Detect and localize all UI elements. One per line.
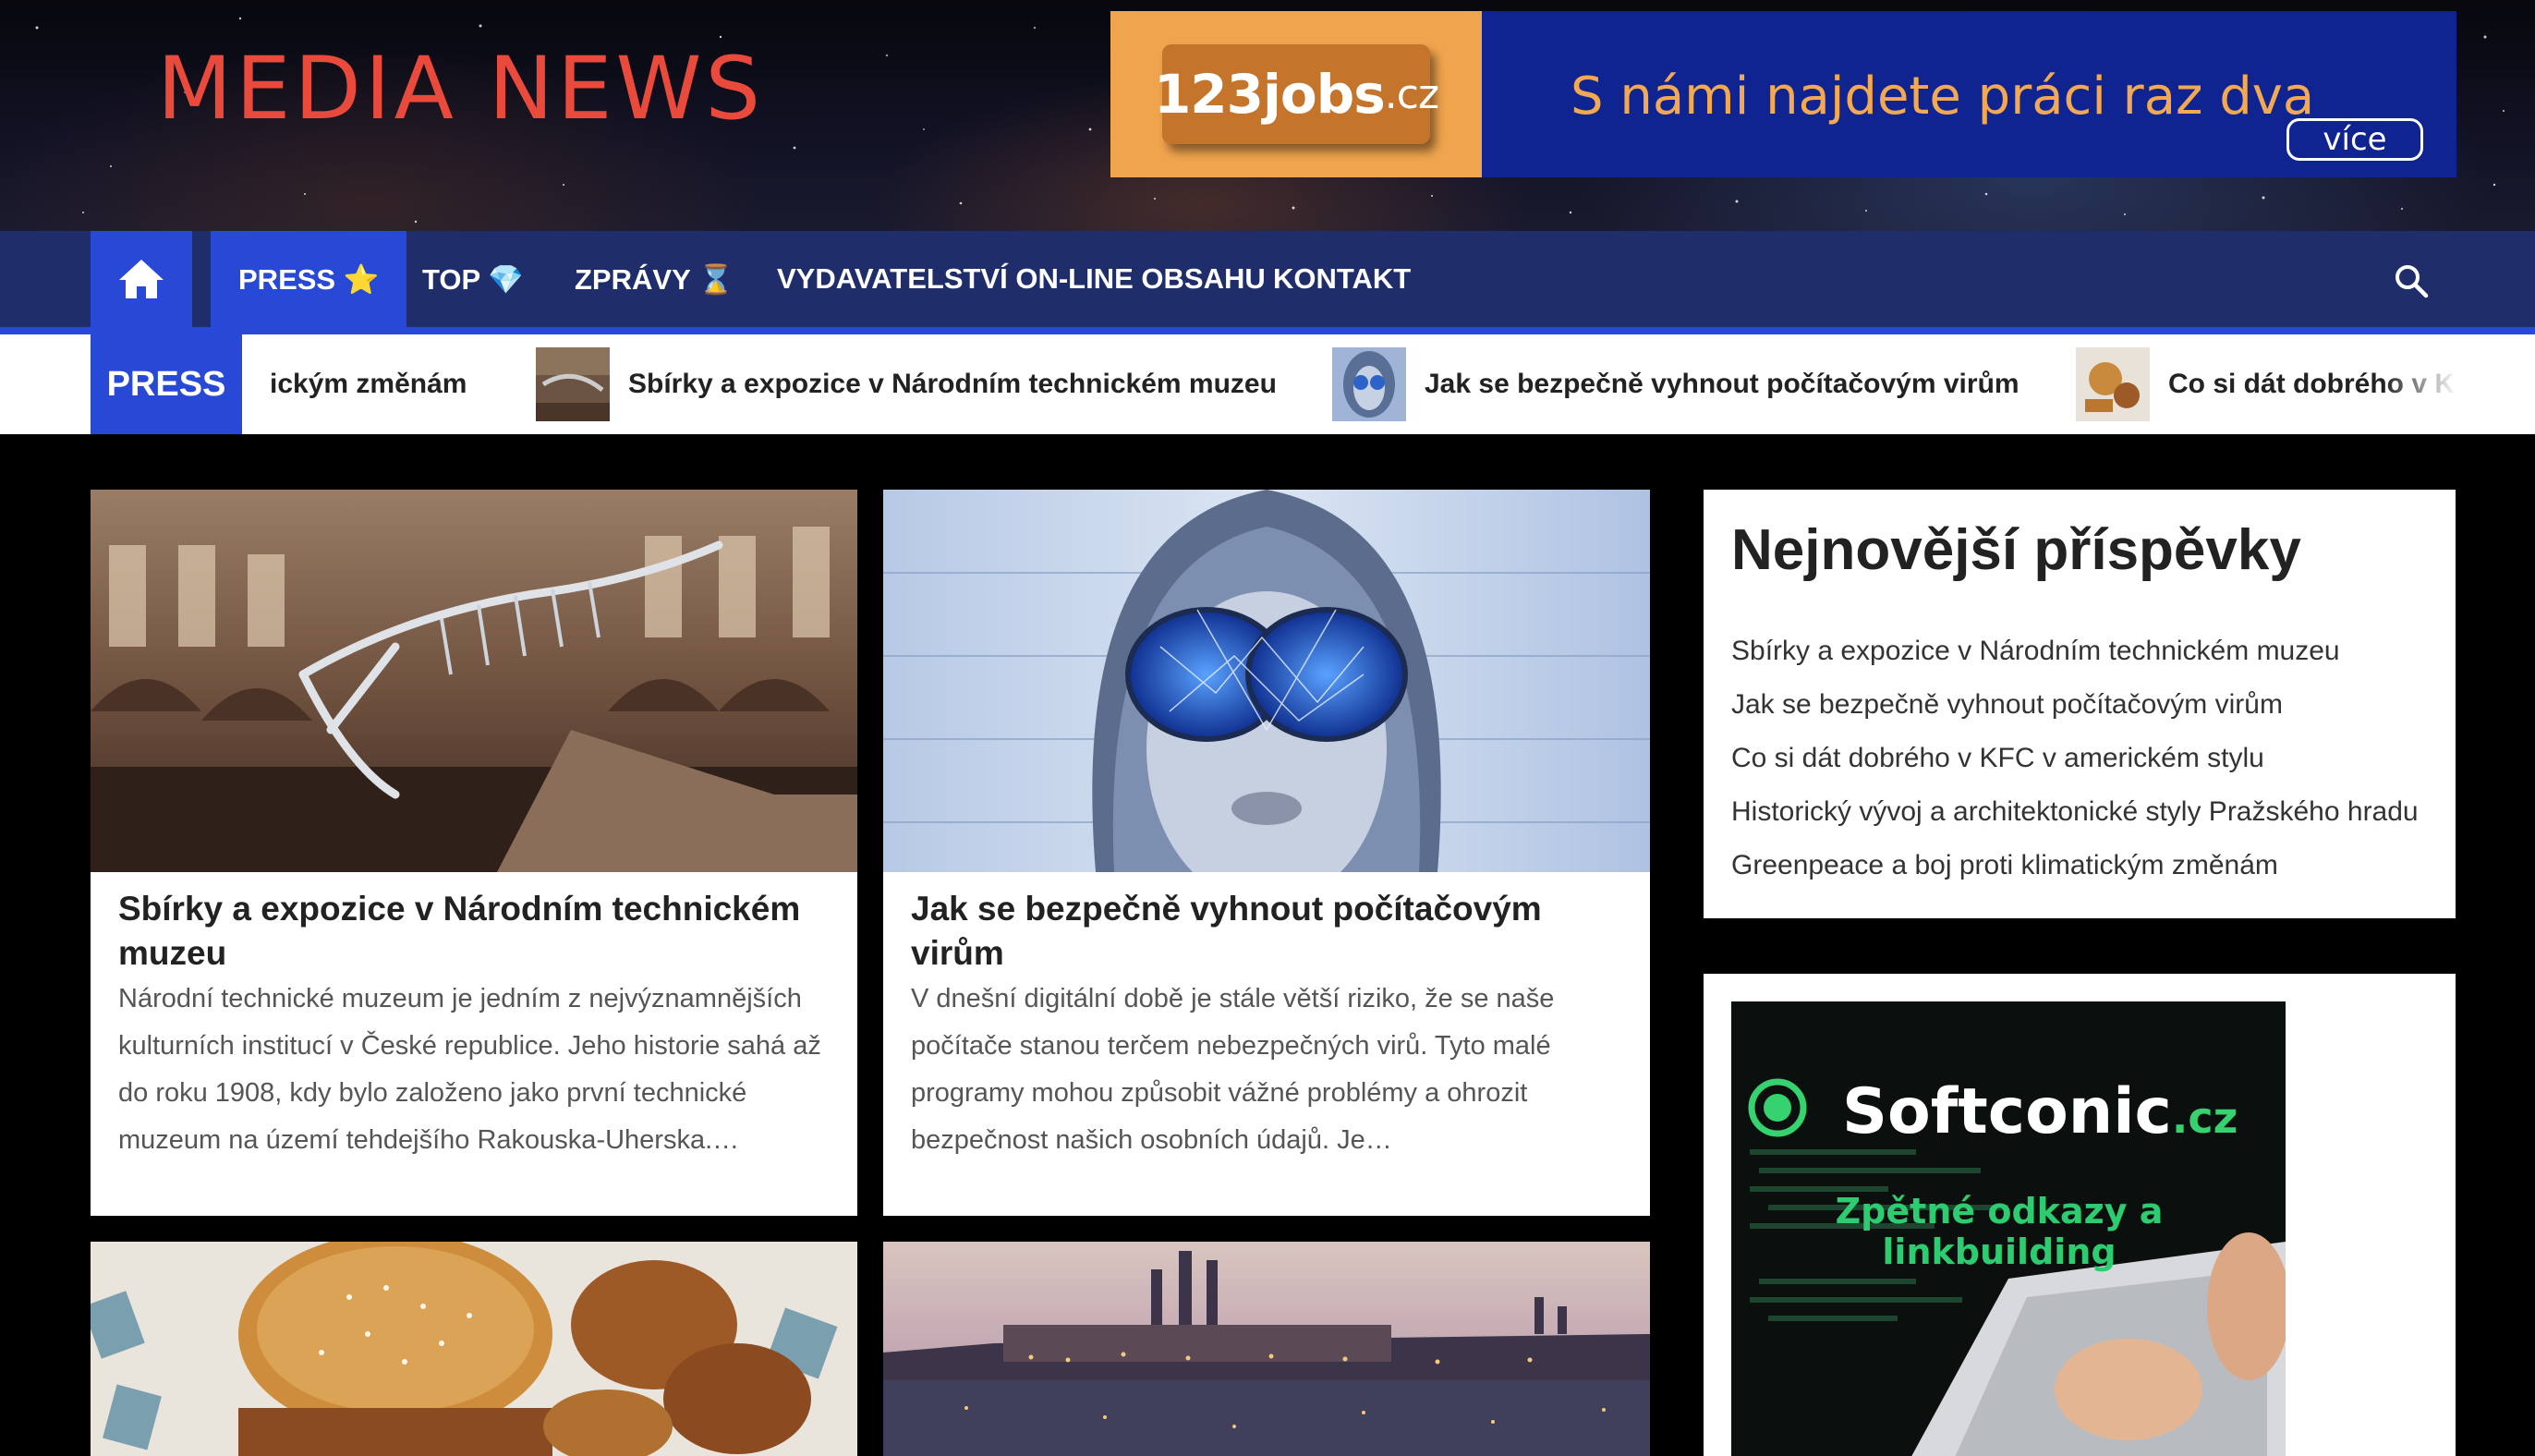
nav-item-vydavatelstvi[interactable]: VYDAVATELSTVÍ ON-LINE OBSAHU: [749, 231, 1293, 327]
ticker-item-title: Sbírky a expozice v Národním technickém …: [628, 369, 1277, 399]
ticker-thumbnail-cyber: [1332, 347, 1406, 421]
recent-post-link[interactable]: Historický vývoj a architektonické styly…: [1731, 785, 2419, 839]
softconic-tagline-line2: linkbuilding: [1882, 1232, 2117, 1272]
recent-post-link[interactable]: Sbírky a expozice v Národním technickém …: [1731, 625, 2419, 678]
home-icon: [119, 260, 164, 298]
ticker-item-title: Jak se bezpečně vyhnout počítačovým virů…: [1425, 369, 2020, 399]
post-image-castle[interactable]: [883, 1242, 1650, 1456]
recent-posts-title: Nejnovější příspěvky: [1731, 518, 2301, 582]
banner-logo-area: 123jobs .cz: [1110, 11, 1482, 177]
post-card[interactable]: [91, 1242, 857, 1456]
recent-posts-list: Sbírky a expozice v Národním technickém …: [1731, 625, 2419, 892]
search-icon[interactable]: [2393, 262, 2430, 299]
post-image-museum[interactable]: [91, 490, 857, 872]
post-title[interactable]: Jak se bezpečně vyhnout počítačovým virů…: [911, 887, 1627, 976]
sidebar-ad-widget: Softconic.cz Zpětné odkazy a linkbuildin…: [1704, 974, 2456, 1456]
recent-post-link[interactable]: Jak se bezpečně vyhnout počítačovým virů…: [1731, 678, 2419, 732]
softconic-tagline: Zpětné odkazy a linkbuilding: [1833, 1191, 2165, 1272]
banner-slogan: S námi najdete práci raz dva: [1571, 67, 2315, 127]
recent-posts-widget: Nejnovější příspěvky Sbírky a expozice v…: [1704, 490, 2456, 918]
jobs-banner-ad[interactable]: 123jobs .cz S námi najdete práci raz dva …: [1110, 11, 2456, 177]
post-card[interactable]: Sbírky a expozice v Národním technickém …: [91, 490, 857, 1216]
nav-home-button[interactable]: [91, 231, 192, 327]
site-header: MEDIA NEWS 123jobs .cz S námi najdete prá…: [0, 0, 2535, 231]
softconic-brand-soft: Soft: [1842, 1075, 1988, 1148]
post-body: Sbírky a expozice v Národním technickém …: [118, 887, 834, 1164]
ticker-item[interactable]: Jak se bezpečně vyhnout počítačovým virů…: [1332, 334, 2020, 434]
post-image-cyber[interactable]: [883, 490, 1650, 872]
banner-logo-main: 123jobs: [1153, 63, 1386, 126]
ticker-item[interactable]: ickým změnám: [270, 334, 467, 434]
post-card[interactable]: Jak se bezpečně vyhnout počítačovým virů…: [883, 490, 1650, 1216]
ticker-thumbnail-food: [2076, 347, 2150, 421]
ticker-item-title: ickým změnám: [270, 369, 467, 399]
softconic-brand-conic: conic: [1987, 1075, 2172, 1148]
ticker-item[interactable]: Sbírky a expozice v Národním technickém …: [536, 334, 1277, 434]
site-title[interactable]: MEDIA NEWS: [157, 39, 764, 140]
post-image-food[interactable]: [91, 1242, 857, 1456]
softconic-brand: Softconic.cz: [1842, 1075, 2238, 1148]
ticker-label: PRESS: [91, 334, 242, 434]
recent-post-link[interactable]: Co si dát dobrého v KFC v americkém styl…: [1731, 732, 2419, 785]
ticker-track: ickým změnám Sbírky a expozice v Národní…: [242, 334, 2457, 434]
post-card[interactable]: [883, 1242, 1650, 1456]
banner-more-button[interactable]: více: [2286, 118, 2423, 161]
nav-item-zpravy[interactable]: ZPRÁVY ⌛: [547, 231, 761, 327]
ticker-thumbnail-museum: [536, 347, 610, 421]
ticker-fade: [2383, 334, 2457, 434]
post-body: Jak se bezpečně vyhnout počítačovým virů…: [911, 887, 1627, 1164]
softconic-ad[interactable]: Softconic.cz Zpětné odkazy a linkbuildin…: [1731, 1001, 2286, 1456]
nav-item-press[interactable]: PRESS ⭐: [211, 231, 407, 327]
recent-post-link[interactable]: Greenpeace a boj proti klimatickým změná…: [1731, 839, 2419, 892]
post-excerpt: Národní technické muzeum je jedním z nej…: [118, 984, 821, 1155]
main-navigation: PRESS ⭐ TOP 💎 ZPRÁVY ⌛ VYDAVATELSTVÍ ON-…: [0, 231, 2535, 334]
banner-logo-domain: .cz: [1384, 70, 1439, 118]
nav-item-top[interactable]: TOP 💎: [394, 231, 552, 327]
softconic-tagline-line1: Zpětné odkazy a: [1835, 1191, 2164, 1232]
news-ticker: PRESS ickým změnám Sbírky a expozice v N…: [0, 334, 2535, 434]
softconic-brand-domain: .cz: [2171, 1093, 2238, 1143]
post-excerpt: V dnešní digitální době je stále větší r…: [911, 984, 1555, 1155]
banner-logo: 123jobs .cz: [1154, 44, 1439, 144]
nav-item-kontakt[interactable]: KONTAKT: [1245, 231, 1438, 327]
post-title[interactable]: Sbírky a expozice v Národním technickém …: [118, 887, 834, 976]
